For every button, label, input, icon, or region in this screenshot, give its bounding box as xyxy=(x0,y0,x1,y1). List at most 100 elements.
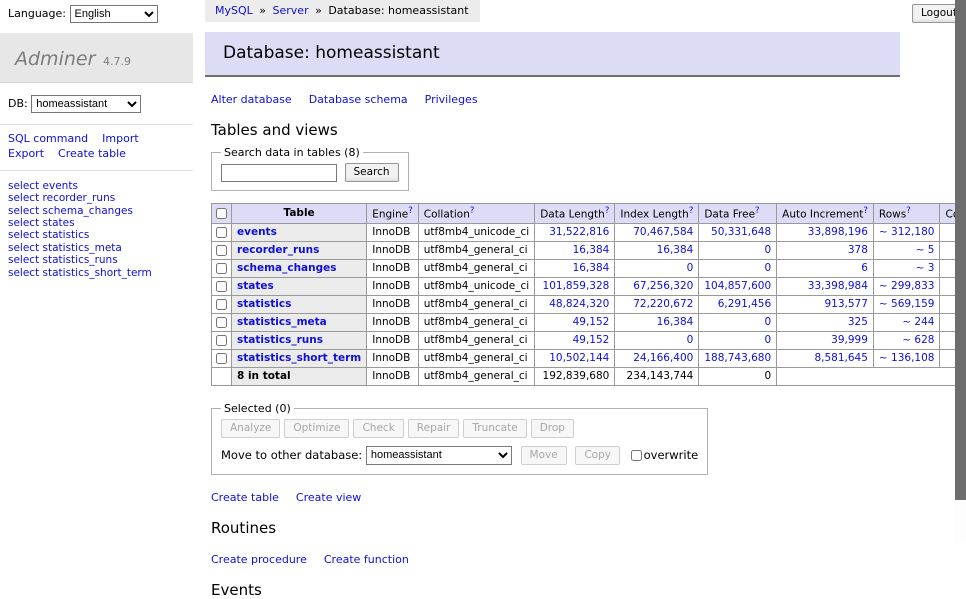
rows-link[interactable]: ~ 5 xyxy=(916,244,935,256)
column-help-link[interactable]: ? xyxy=(689,206,694,216)
data-free-link[interactable]: 0 xyxy=(764,316,771,328)
data-free-link[interactable]: 104,857,600 xyxy=(704,280,771,292)
auto-increment-link[interactable]: 6 xyxy=(861,262,868,274)
select-all-checkbox[interactable] xyxy=(216,208,227,219)
sidebar-select-link[interactable]: select events xyxy=(8,180,193,192)
row-checkbox[interactable] xyxy=(216,317,227,328)
sidebar-select-link[interactable]: select statistics xyxy=(8,229,193,241)
move-database-select[interactable]: homeassistant xyxy=(366,446,512,465)
index-length-link[interactable]: 0 xyxy=(687,334,694,346)
search-input[interactable] xyxy=(221,164,337,182)
rows-link[interactable]: ~ 136,108 xyxy=(879,352,935,364)
rows-link[interactable]: ~ 569,159 xyxy=(879,298,935,310)
column-help-link[interactable]: ? xyxy=(470,206,475,216)
table-name-link[interactable]: statistics_meta xyxy=(237,316,327,328)
table-name-link[interactable]: schema_changes xyxy=(237,262,337,274)
truncate-button[interactable]: Truncate xyxy=(463,419,526,438)
data-length-link[interactable]: 48,824,320 xyxy=(549,298,609,310)
create-procedure-link[interactable]: Create procedure xyxy=(211,553,307,566)
data-free-link[interactable]: 0 xyxy=(764,244,771,256)
drop-button[interactable]: Drop xyxy=(531,419,574,438)
data-length-link[interactable]: 16,384 xyxy=(573,244,610,256)
auto-increment-link[interactable]: 33,398,984 xyxy=(808,280,868,292)
row-checkbox[interactable] xyxy=(216,281,227,292)
table-name-link[interactable]: statistics xyxy=(237,298,291,310)
data-length-link[interactable]: 10,502,144 xyxy=(549,352,609,364)
column-help-link[interactable]: ? xyxy=(755,206,760,216)
auto-increment-link[interactable]: 378 xyxy=(848,244,868,256)
auto-increment-link[interactable]: 325 xyxy=(848,316,868,328)
db-select[interactable]: homeassistant xyxy=(31,95,141,113)
sidebar-select-link[interactable]: select recorder_runs xyxy=(8,192,193,204)
export-link[interactable]: Export xyxy=(8,147,44,160)
rows-link[interactable]: ~ 3 xyxy=(916,262,935,274)
data-length-link[interactable]: 101,859,328 xyxy=(543,280,610,292)
create-view-link[interactable]: Create view xyxy=(296,491,361,504)
auto-increment-link[interactable]: 8,581,645 xyxy=(814,352,867,364)
create-table-link[interactable]: Create table xyxy=(211,491,279,504)
table-name-link[interactable]: states xyxy=(237,280,274,292)
row-checkbox[interactable] xyxy=(216,245,227,256)
check-button[interactable]: Check xyxy=(353,419,403,438)
column-help-link[interactable]: ? xyxy=(863,206,868,216)
index-length-link[interactable]: 0 xyxy=(687,262,694,274)
auto-increment-link[interactable]: 913,577 xyxy=(825,298,868,310)
index-length-link[interactable]: 16,384 xyxy=(657,244,694,256)
index-length-link[interactable]: 67,256,320 xyxy=(633,280,693,292)
breadcrumb-server-link[interactable]: Server xyxy=(273,4,309,17)
rows-link[interactable]: ~ 628 xyxy=(902,334,934,346)
index-length-link[interactable]: 16,384 xyxy=(657,316,694,328)
data-length-link[interactable]: 16,384 xyxy=(573,262,610,274)
sidebar-select-link[interactable]: select statistics_meta xyxy=(8,242,193,254)
language-select[interactable]: English xyxy=(70,5,158,23)
sidebar-select-link[interactable]: select schema_changes xyxy=(8,205,193,217)
data-length-link[interactable]: 49,152 xyxy=(573,334,610,346)
database-schema-link[interactable]: Database schema xyxy=(309,93,408,106)
data-free-link[interactable]: 0 xyxy=(764,334,771,346)
overwrite-checkbox[interactable] xyxy=(631,450,642,461)
data-length-link[interactable]: 49,152 xyxy=(573,316,610,328)
column-help-link[interactable]: ? xyxy=(408,206,413,216)
row-checkbox[interactable] xyxy=(216,353,227,364)
repair-button[interactable]: Repair xyxy=(408,419,460,438)
auto-increment-link[interactable]: 33,898,196 xyxy=(808,226,868,238)
sidebar-select-link[interactable]: select states xyxy=(8,217,193,229)
data-length-link[interactable]: 31,522,816 xyxy=(549,226,609,238)
rows-link[interactable]: ~ 299,833 xyxy=(879,280,935,292)
column-help-link[interactable]: ? xyxy=(906,206,911,216)
row-checkbox[interactable] xyxy=(216,335,227,346)
sql-command-link[interactable]: SQL command xyxy=(8,132,88,145)
index-length-link[interactable]: 72,220,672 xyxy=(633,298,693,310)
auto-increment-link[interactable]: 39,999 xyxy=(831,334,868,346)
data-free-link[interactable]: 188,743,680 xyxy=(704,352,771,364)
optimize-button[interactable]: Optimize xyxy=(284,419,349,438)
rows-link[interactable]: ~ 312,180 xyxy=(879,226,935,238)
search-button[interactable]: Search xyxy=(345,163,399,182)
sidebar-select-link[interactable]: select statistics_runs xyxy=(8,254,193,266)
index-length-link[interactable]: 24,166,400 xyxy=(633,352,693,364)
move-button[interactable]: Move xyxy=(521,446,567,465)
table-name-link[interactable]: recorder_runs xyxy=(237,244,319,256)
copy-button[interactable]: Copy xyxy=(575,446,620,465)
row-checkbox[interactable] xyxy=(216,299,227,310)
import-link[interactable]: Import xyxy=(102,132,139,145)
row-checkbox[interactable] xyxy=(216,227,227,238)
table-name-link[interactable]: events xyxy=(237,226,277,238)
create-table-link-sidebar[interactable]: Create table xyxy=(58,147,126,160)
privileges-link[interactable]: Privileges xyxy=(425,93,478,106)
table-name-link[interactable]: statistics_short_term xyxy=(237,352,361,364)
row-checkbox[interactable] xyxy=(216,263,227,274)
vertical-scrollbar[interactable] xyxy=(955,0,966,543)
rows-link[interactable]: ~ 244 xyxy=(902,316,934,328)
create-function-link[interactable]: Create function xyxy=(324,553,409,566)
alter-database-link[interactable]: Alter database xyxy=(211,93,292,106)
index-length-link[interactable]: 70,467,584 xyxy=(633,226,693,238)
data-free-link[interactable]: 0 xyxy=(764,262,771,274)
column-help-link[interactable]: ? xyxy=(605,206,610,216)
breadcrumb-mysql-link[interactable]: MySQL xyxy=(215,4,253,17)
data-free-link[interactable]: 6,291,456 xyxy=(718,298,771,310)
table-name-link[interactable]: statistics_runs xyxy=(237,334,323,346)
analyze-button[interactable]: Analyze xyxy=(221,419,280,438)
scrollbar-thumb[interactable] xyxy=(955,0,966,500)
sidebar-select-link[interactable]: select statistics_short_term xyxy=(8,267,193,279)
